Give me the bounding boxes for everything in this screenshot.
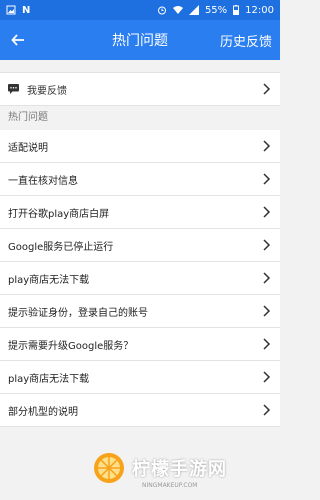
chevron-right-icon	[263, 83, 271, 95]
watermark-subtext: NINGMAKEUP.COM	[142, 482, 198, 489]
watermark: 柠檬手游网 NINGMAKEUP.COM	[92, 448, 272, 489]
list-item-label: 打开谷歌play商店白屏	[8, 208, 110, 220]
feedback-label: 我要反馈	[27, 85, 67, 97]
chevron-right-icon	[263, 404, 271, 416]
chevron-right-icon	[263, 338, 271, 350]
list-item[interactable]: 提示验证身份，登录自己的账号	[0, 295, 280, 328]
list-item[interactable]: 适配说明	[0, 130, 280, 163]
feedback-row[interactable]: 我要反馈	[0, 72, 280, 106]
list-item-label: 适配说明	[8, 142, 48, 154]
list-item-label: 提示需要升级Google服务？	[8, 340, 134, 352]
back-arrow-icon	[11, 34, 24, 46]
watermark-text: 柠檬手游网	[132, 459, 227, 480]
list-item[interactable]: play商店无法下载	[0, 262, 280, 295]
list-item[interactable]: 提示需要升级Google服务？	[0, 328, 280, 361]
status-bar: N 55% 12:00	[0, 0, 280, 20]
list-item-label: 部分机型的说明	[8, 406, 78, 418]
list-item-label: 一直在核对信息	[8, 175, 78, 187]
back-button[interactable]	[0, 20, 36, 60]
chevron-right-icon	[263, 206, 271, 218]
chevron-right-icon	[263, 173, 271, 185]
status-time: 12:00	[245, 4, 274, 16]
image-icon	[6, 5, 16, 15]
list-item[interactable]: play商店无法下载	[0, 361, 280, 394]
list-item-label: Google服务已停止运行	[8, 241, 114, 253]
lemon-logo-icon	[94, 453, 124, 483]
chat-bubble-icon	[8, 84, 19, 94]
wifi-icon	[172, 6, 183, 14]
list-item[interactable]: 一直在核对信息	[0, 163, 280, 196]
list-item[interactable]: Google服务已停止运行	[0, 229, 280, 262]
section-title: 热门问题	[8, 112, 48, 123]
signal-icon	[188, 5, 199, 15]
status-right: 55% 12:00	[157, 5, 274, 16]
alarm-icon	[157, 6, 166, 15]
chevron-right-icon	[263, 371, 271, 383]
battery-icon	[233, 5, 240, 15]
status-left: N	[6, 5, 30, 16]
chevron-right-icon	[263, 272, 271, 284]
list-item[interactable]: 打开谷歌play商店白屏	[0, 196, 280, 229]
list-item[interactable]: 部分机型的说明	[0, 394, 280, 427]
notification-icon: N	[22, 4, 31, 16]
list-item-label: play商店无法下载	[8, 373, 90, 385]
app-bar: 热门问题 历史反馈	[0, 20, 280, 60]
question-list: 适配说明 一直在核对信息 打开谷歌play商店白屏 Google服务已停止运行 …	[0, 130, 280, 427]
chevron-right-icon	[263, 305, 271, 317]
list-item-label: play商店无法下载	[8, 274, 90, 286]
battery-percent: 55%	[204, 4, 228, 16]
list-item-label: 提示验证身份，登录自己的账号	[8, 307, 148, 319]
chevron-right-icon	[263, 239, 271, 251]
chevron-right-icon	[263, 140, 271, 152]
history-feedback-button[interactable]: 历史反馈	[220, 31, 280, 50]
